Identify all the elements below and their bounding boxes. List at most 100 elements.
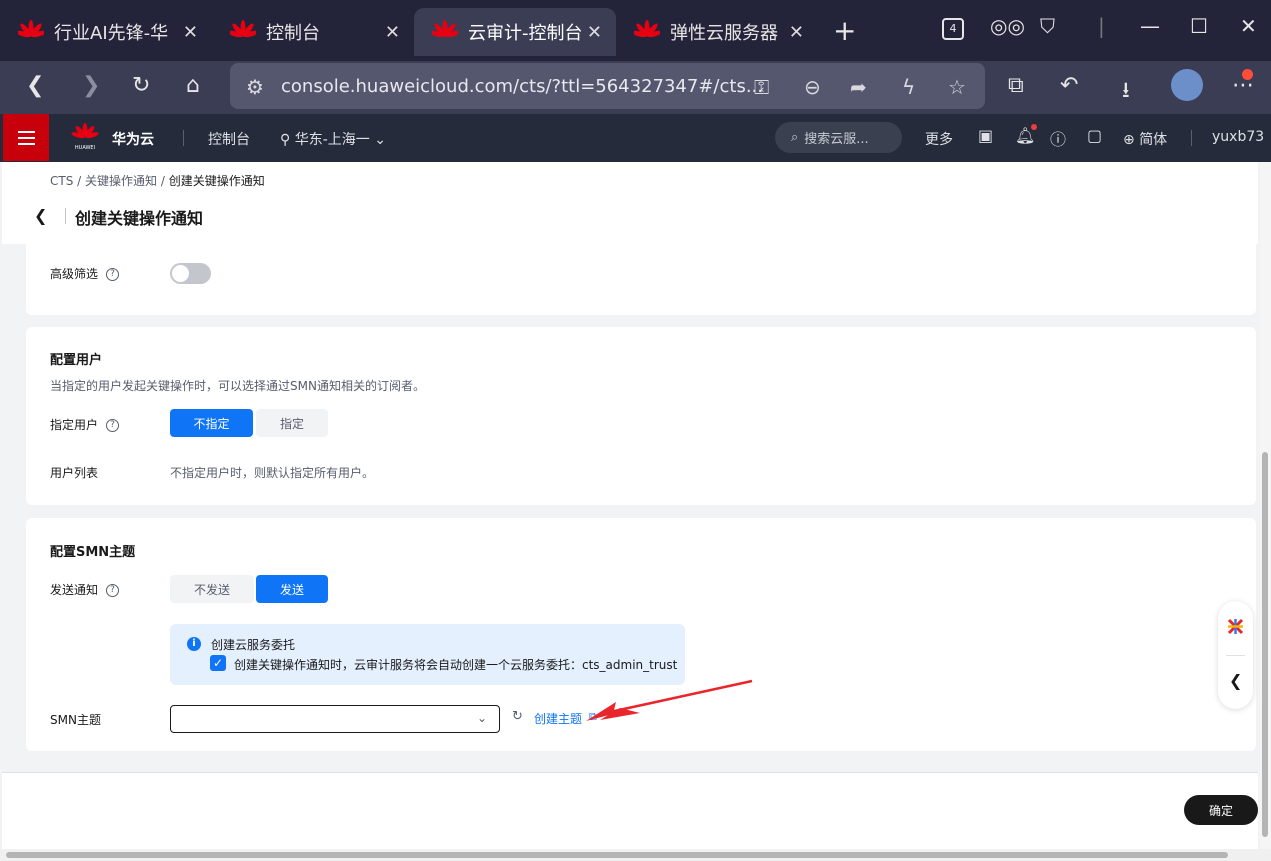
zoom-out-icon[interactable]: ⊖ — [804, 75, 821, 99]
site-settings-icon[interactable]: ⚙ — [246, 75, 264, 99]
help-icon[interactable]: ? — [106, 268, 120, 281]
title-divider — [65, 208, 66, 224]
header-search[interactable]: ⌕ 搜索云服... — [775, 122, 902, 153]
advanced-filter-label: 高级筛选? — [50, 265, 120, 282]
option-no-send[interactable]: 不发送 — [170, 575, 254, 603]
browser-tab[interactable]: 行业AI先锋-华 ✕ — [0, 8, 212, 56]
help-icon[interactable]: ? — [106, 584, 120, 597]
terminal-icon[interactable]: ▣ — [978, 126, 993, 145]
language-selector[interactable]: ⊕ 简体 — [1123, 129, 1167, 149]
scrollbar-thumb[interactable] — [1262, 452, 1268, 837]
help-icon[interactable]: ? — [106, 419, 120, 432]
globe-icon: ⊕ — [1123, 132, 1135, 148]
breadcrumb-root[interactable]: CTS — [50, 174, 73, 188]
url-text[interactable]: console.huaweicloud.com/cts/?ttl=5643273… — [281, 76, 763, 97]
more-menu[interactable]: 更多 — [925, 129, 953, 149]
refresh-icon[interactable]: ↻ — [512, 709, 523, 724]
assistant-icon[interactable] — [1226, 617, 1245, 636]
advanced-filter-toggle[interactable] — [170, 263, 211, 284]
avatar[interactable] — [1171, 69, 1203, 101]
option-send[interactable]: 发送 — [256, 575, 328, 603]
console-header: HUAWEI 华为云 控制台 ⚲ 华东-上海一 ⌄ ⌕ 搜索云服... 更多 ▣ … — [0, 114, 1271, 162]
tab-title: 弹性云服务器 — [670, 23, 778, 44]
close-icon[interactable]: ✕ — [183, 22, 198, 43]
history-back-icon[interactable]: ↶ — [1060, 73, 1078, 98]
reload-icon[interactable]: ↻ — [132, 73, 150, 98]
footer-bar: 确定 — [2, 772, 1258, 852]
language-label: 简体 — [1139, 132, 1168, 148]
tab-title: 云审计-控制台 — [468, 23, 583, 44]
header-divider — [183, 130, 184, 146]
download-icon[interactable]: ⭳ — [1122, 73, 1130, 111]
tab-title: 控制台 — [266, 23, 320, 44]
checkbox-label: 创建关键操作通知时，云审计服务将会自动创建一个云服务委托：cts_admin_t… — [234, 658, 678, 672]
address-bar-row: ❮ ❯ ↻ ⌂ ⚙ console.huaweicloud.com/cts/?t… — [0, 61, 1271, 114]
region-name: 华东-上海一 — [294, 132, 370, 148]
browser-tab[interactable]: 弹性云服务器 ✕ — [616, 8, 818, 56]
horizontal-scrollbar[interactable] — [0, 849, 1271, 861]
page-title: 创建关键操作通知 — [75, 209, 204, 228]
feedback-icon[interactable]: ▢ — [1087, 126, 1102, 145]
browser-tab-bar: 行业AI先锋-华 ✕ 控制台 ✕ 云审计-控制台 ✕ 弹性云服务器 ✕ + 4 … — [0, 0, 1271, 61]
back-icon[interactable]: ❮ — [26, 73, 44, 98]
page-content: CTS / 关键操作通知 / 创建关键操作通知 ❮ 创建关键操作通知 高级筛选?… — [2, 162, 1258, 852]
region-selector[interactable]: ⚲ 华东-上海一 ⌄ — [280, 129, 386, 149]
section-title: 配置用户 — [50, 353, 103, 368]
section-title: 配置SMN主题 — [50, 545, 136, 560]
brand-name[interactable]: 华为云 — [112, 129, 154, 149]
close-icon[interactable]: ✕ — [587, 22, 602, 43]
key-icon[interactable]: ⚿ — [754, 75, 769, 99]
chevron-left-icon[interactable]: ❮ — [1229, 671, 1242, 690]
chevron-down-icon: ⌄ — [374, 132, 386, 148]
user-config-card: 配置用户 当指定的用户发起关键操作时，可以选择通过SMN通知相关的订阅者。 指定… — [26, 327, 1256, 505]
confirm-button[interactable]: 确定 — [1184, 795, 1258, 825]
vertical-scrollbar[interactable] — [1260, 162, 1271, 852]
breadcrumb-sep: / — [160, 174, 165, 188]
maximize-icon[interactable]: ☐ — [1190, 14, 1208, 38]
username[interactable]: yuxb73 — [1212, 129, 1264, 145]
specify-user-label: 指定用户? — [50, 416, 120, 433]
option-unspecified[interactable]: 不指定 — [170, 409, 253, 437]
bell-badge — [1031, 124, 1037, 130]
send-notification-text: 发送通知 — [50, 583, 99, 597]
menu-icon[interactable] — [3, 114, 49, 161]
smn-topic-label: SMN主题 — [50, 713, 101, 727]
browser-tab[interactable]: 控制台 ✕ — [212, 8, 414, 56]
floating-side-panel: ❮ — [1218, 601, 1253, 709]
back-arrow-icon[interactable]: ❮ — [34, 206, 47, 225]
extensions-icon[interactable]: ⧉ — [1008, 73, 1024, 98]
lightning-icon[interactable]: ϟ — [902, 75, 915, 99]
star-icon[interactable]: ☆ — [948, 75, 966, 99]
shirt-icon[interactable]: ⛉ — [1040, 14, 1055, 38]
breadcrumb-parent[interactable]: 关键操作通知 — [85, 174, 157, 188]
huawei-logo-icon — [634, 20, 660, 38]
home-icon[interactable]: ⌂ — [186, 73, 200, 98]
specify-user-text: 指定用户 — [50, 418, 99, 432]
logo-text: HUAWEI — [75, 145, 95, 151]
scrollbar-thumb[interactable] — [6, 852, 1228, 858]
huawei-logo-icon: HUAWEI — [71, 123, 99, 151]
forward-icon[interactable]: ❯ — [82, 73, 100, 98]
advanced-filter-card: 高级筛选? — [26, 244, 1256, 315]
create-topic-link[interactable]: 创建主题 — [534, 710, 582, 727]
smn-topic-select[interactable]: ⌄ — [170, 705, 500, 733]
option-specified[interactable]: 指定 — [256, 409, 328, 437]
tab-count-button[interactable]: 4 — [942, 18, 964, 40]
breadcrumb: CTS / 关键操作通知 / 创建关键操作通知 — [50, 172, 265, 189]
console-link[interactable]: 控制台 — [208, 129, 250, 149]
minimize-icon[interactable]: — — [1140, 14, 1160, 38]
reading-glasses-icon[interactable]: ◎◎ — [990, 14, 1025, 38]
url-bar[interactable]: ⚙ console.huaweicloud.com/cts/?ttl=56432… — [230, 63, 985, 109]
close-window-icon[interactable]: ✕ — [1240, 14, 1257, 38]
close-icon[interactable]: ✕ — [789, 22, 804, 43]
help-icon[interactable]: ⓘ — [1050, 126, 1066, 150]
huawei-logo-icon — [432, 20, 458, 38]
browser-tab-active[interactable]: 云审计-控制台 ✕ — [414, 8, 616, 56]
info-title: 创建云服务委托 — [211, 638, 296, 652]
close-icon[interactable]: ✕ — [385, 22, 400, 43]
new-tab-button[interactable]: + — [833, 14, 856, 47]
panel-divider — [1226, 655, 1245, 656]
checkbox[interactable]: ✓ — [210, 655, 226, 671]
window-divider: | — [1098, 14, 1105, 38]
share-icon[interactable]: ➦ — [850, 75, 867, 99]
